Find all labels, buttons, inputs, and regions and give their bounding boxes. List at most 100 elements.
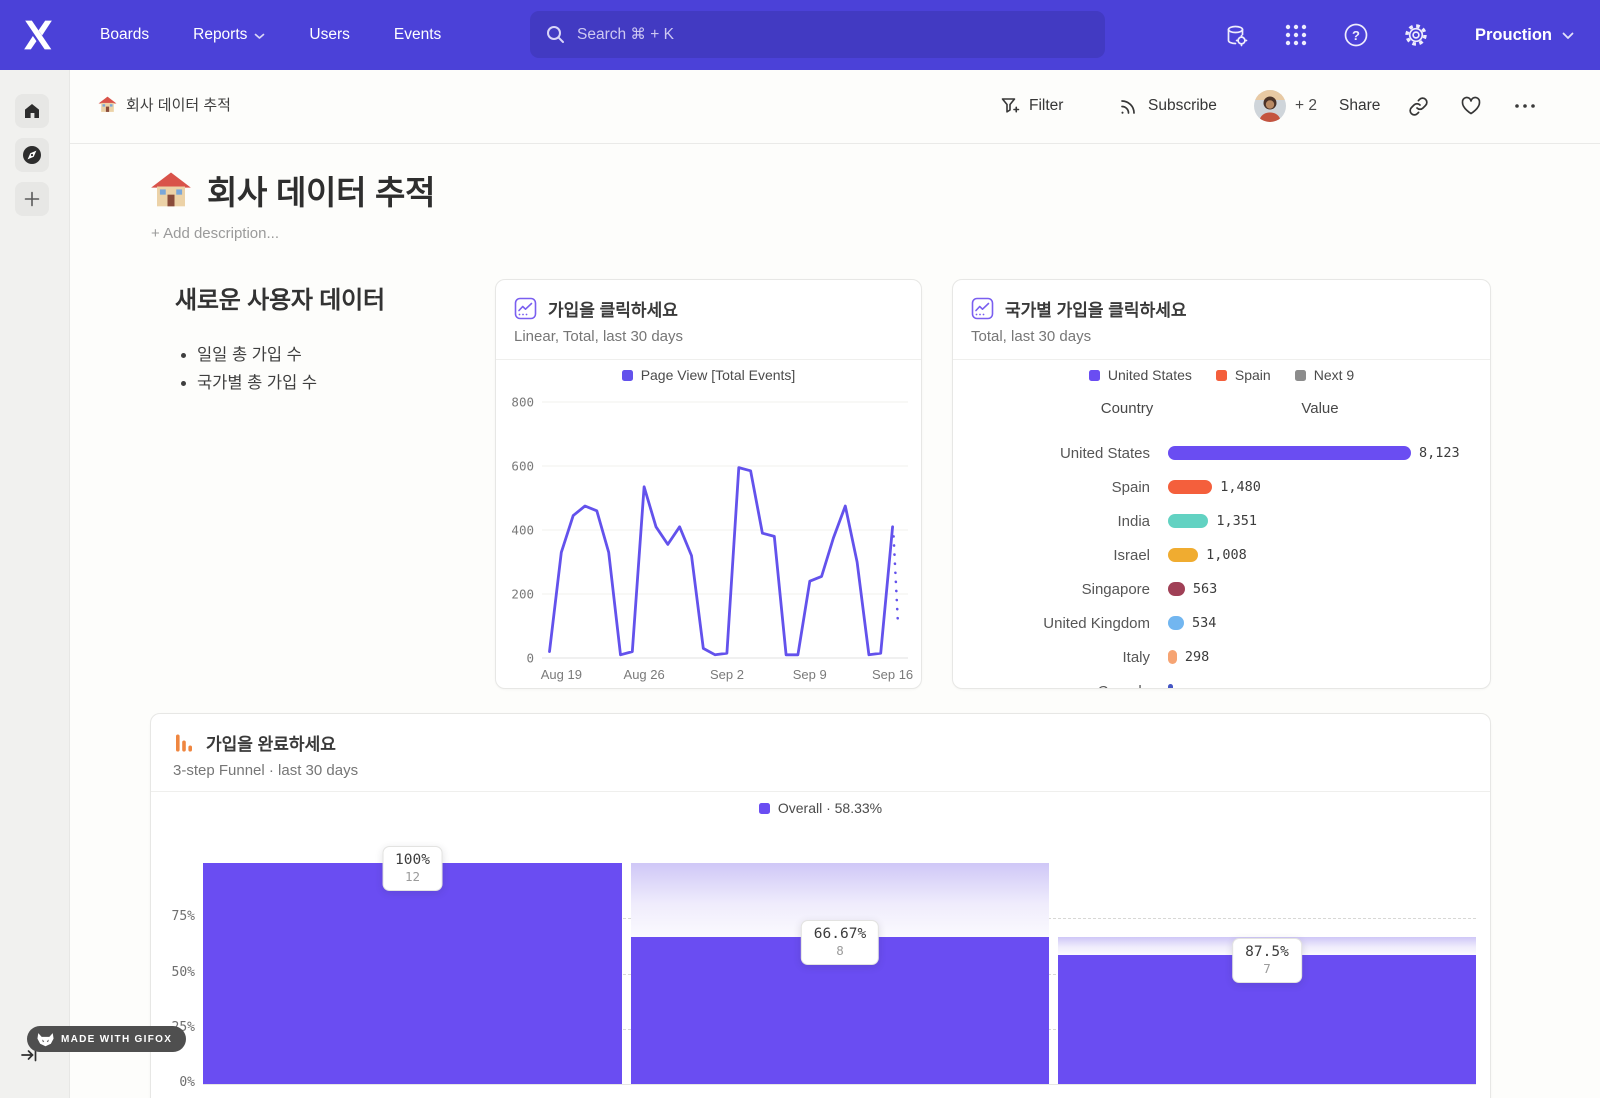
avatar	[1254, 90, 1286, 122]
fox-icon	[37, 1032, 54, 1047]
country-bar[interactable]	[1168, 616, 1184, 630]
navbar-right: ? Prouction	[1223, 0, 1600, 70]
country-row[interactable]: Italy298	[953, 640, 1490, 674]
nav-item-events[interactable]: Events	[394, 26, 441, 44]
legend-item[interactable]: Page View [Total Events]	[622, 367, 796, 383]
nav-item-label: Boards	[100, 26, 149, 44]
country-bar[interactable]	[1168, 446, 1411, 460]
card-subtitle: Linear, Total, last 30 days	[514, 328, 921, 345]
primary-nav: Boards Reports Users Events	[100, 26, 441, 44]
heart-icon	[1460, 96, 1482, 116]
home-icon	[23, 102, 41, 120]
country-chart-legend: United States Spain Next 9	[953, 367, 1490, 383]
project-switcher[interactable]: Prouction	[1475, 26, 1574, 45]
funnel-step-label[interactable]: 66.67%8	[801, 920, 879, 965]
collaborators[interactable]: + 2	[1254, 91, 1317, 121]
add-description[interactable]: + Add description...	[151, 225, 279, 242]
gifox-badge: MADE WITH GIFOX	[27, 1026, 186, 1052]
country-value: 563	[1193, 581, 1217, 597]
country-label: Canada	[953, 683, 1168, 690]
sidebar-discover-button[interactable]	[15, 138, 49, 172]
country-row[interactable]: United Kingdom534	[953, 606, 1490, 640]
country-row[interactable]: Israel1,008	[953, 538, 1490, 572]
insights-chart-icon	[971, 297, 994, 320]
card-subtitle: Total, last 30 days	[971, 328, 1490, 345]
left-sidebar	[0, 70, 70, 1098]
more-options-button[interactable]	[1514, 91, 1536, 121]
country-bar[interactable]	[1168, 480, 1212, 494]
compass-icon	[22, 145, 42, 165]
favorite-button[interactable]	[1460, 91, 1482, 121]
funnel-baseline	[203, 1084, 1476, 1085]
country-label: Israel	[953, 547, 1168, 564]
chevron-down-icon	[1562, 32, 1574, 40]
notes-heading: 새로운 사용자 데이터	[175, 280, 475, 315]
mixpanel-logo-icon[interactable]	[18, 18, 58, 52]
filter-button[interactable]: Filter	[1000, 91, 1063, 121]
subscribe-button[interactable]: Subscribe	[1119, 91, 1217, 121]
board-title: 회사 데이터 추적	[150, 166, 435, 214]
country-row[interactable]: United States8,123	[953, 436, 1490, 470]
country-bar[interactable]	[1168, 582, 1185, 596]
sidebar-add-button[interactable]	[15, 182, 49, 216]
page-title[interactable]: 회사 데이터 추적	[207, 166, 435, 214]
legend-label: Overall · 58.33%	[778, 800, 882, 816]
copy-link-button[interactable]	[1408, 91, 1429, 121]
funnel-step-pct: 100%	[395, 852, 430, 868]
nav-item-label: Users	[309, 26, 349, 44]
search-placeholder: Search ⌘ + K	[577, 25, 674, 44]
house-emoji-icon	[98, 96, 117, 113]
legend-swatch	[759, 803, 770, 814]
svg-text:200: 200	[511, 587, 534, 602]
country-bar[interactable]	[1168, 514, 1208, 528]
settings-gear-icon[interactable]	[1403, 22, 1429, 48]
svg-text:?: ?	[1352, 28, 1360, 43]
funnel-y-label: 0%	[151, 1075, 195, 1090]
country-row[interactable]: Canada	[953, 674, 1490, 689]
sidebar-home-button[interactable]	[15, 94, 49, 128]
card-title[interactable]: 가입을 완료하세요	[206, 730, 336, 755]
card-title[interactable]: 가입을 클릭하세요	[548, 296, 678, 321]
legend-label: Spain	[1235, 367, 1271, 383]
country-label: United Kingdom	[953, 615, 1168, 632]
funnel-step-label[interactable]: 100%12	[382, 846, 443, 891]
share-button[interactable]: Share	[1339, 91, 1380, 121]
legend-item[interactable]: United States	[1089, 367, 1192, 383]
funnel-step-count: 7	[1245, 961, 1289, 976]
main-content: 회사 데이터 추적 Filter Subscribe	[70, 70, 1600, 1098]
funnel-step-label[interactable]: 87.5%7	[1232, 938, 1302, 983]
funnel-card: 가입을 완료하세요 3-step Funnel · last 30 days O…	[150, 713, 1491, 1098]
country-row[interactable]: Singapore563	[953, 572, 1490, 606]
legend-item[interactable]: Overall · 58.33%	[759, 800, 882, 816]
funnel-step-pct: 87.5%	[1245, 944, 1289, 960]
legend-label: Page View [Total Events]	[641, 367, 796, 383]
country-bar[interactable]	[1168, 684, 1173, 689]
funnel-y-label: 75%	[151, 909, 195, 924]
svg-text:Sep 9: Sep 9	[793, 667, 827, 682]
note-bullet: 국가별 총 가입 수	[197, 369, 475, 397]
country-bar[interactable]	[1168, 548, 1198, 562]
svg-text:400: 400	[511, 523, 534, 538]
legend-item[interactable]: Next 9	[1295, 367, 1354, 383]
help-icon[interactable]: ?	[1343, 22, 1369, 48]
breadcrumb[interactable]: 회사 데이터 추적	[98, 94, 231, 115]
nav-item-reports[interactable]: Reports	[193, 26, 265, 44]
project-name: Prouction	[1475, 26, 1552, 45]
ellipsis-icon	[1514, 103, 1536, 109]
page: Boards Reports Users Events Search ⌘ + K	[0, 0, 1600, 1098]
data-management-icon[interactable]	[1223, 22, 1249, 48]
country-value: 298	[1185, 649, 1209, 665]
nav-item-boards[interactable]: Boards	[100, 26, 149, 44]
country-row[interactable]: India1,351	[953, 504, 1490, 538]
svg-text:Aug 19: Aug 19	[541, 667, 582, 682]
line-chart-plot[interactable]: 0200400600800Aug 19Aug 26Sep 2Sep 9Sep 1…	[496, 386, 922, 688]
legend-item[interactable]: Spain	[1216, 367, 1271, 383]
nav-item-users[interactable]: Users	[309, 26, 349, 44]
search-input[interactable]: Search ⌘ + K	[530, 11, 1105, 58]
funnel-bar[interactable]	[203, 863, 622, 1084]
card-title[interactable]: 국가별 가입을 클릭하세요	[1005, 296, 1187, 321]
country-bar[interactable]	[1168, 650, 1177, 664]
apps-grid-icon[interactable]	[1283, 22, 1309, 48]
filter-icon	[1000, 96, 1020, 116]
country-row[interactable]: Spain1,480	[953, 470, 1490, 504]
